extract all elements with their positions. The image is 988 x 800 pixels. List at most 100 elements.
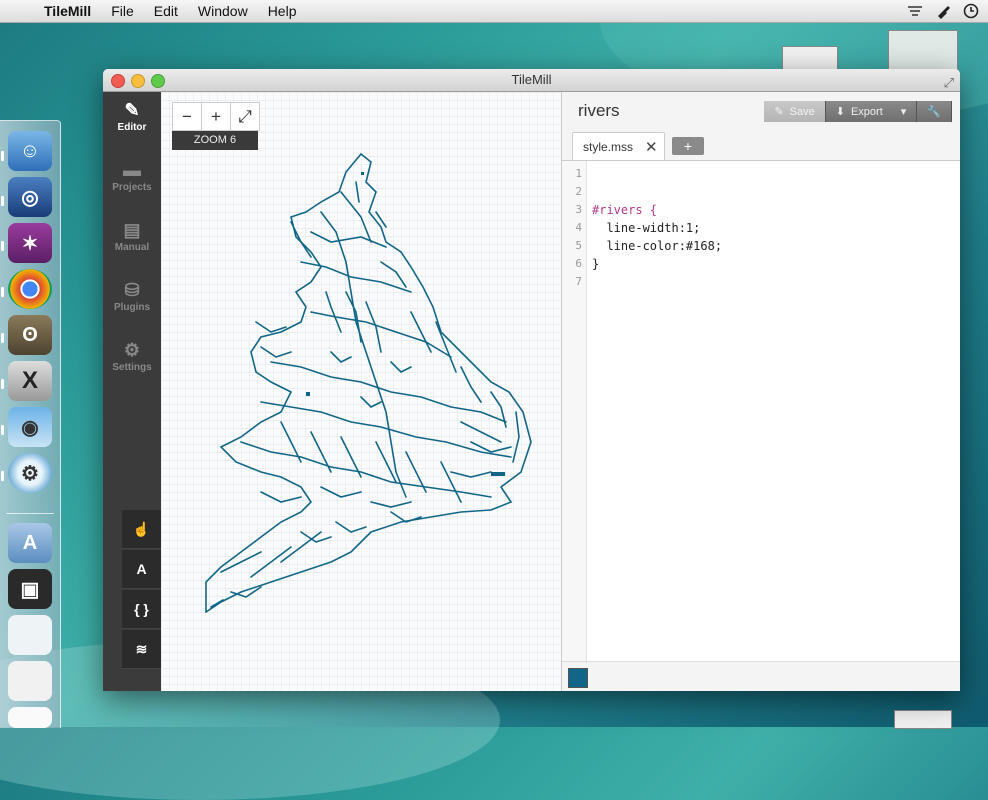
pan-tool-button[interactable]: ☝	[122, 510, 161, 549]
fullscreen-icon[interactable]: ⤢	[944, 72, 954, 94]
code-line: 6 }	[562, 255, 960, 273]
save-button[interactable]: ✎ Save	[764, 101, 826, 122]
save-button-label: Save	[789, 105, 815, 118]
close-window-button[interactable]	[111, 74, 125, 88]
sidebar-item-label: Manual	[114, 242, 150, 253]
tab-style-mss[interactable]: style.mss ✕	[572, 132, 665, 160]
code-line: 2	[562, 183, 960, 201]
project-title: rivers	[578, 101, 620, 120]
dock-stack-thumbnail[interactable]: ▣	[8, 569, 52, 609]
sidebar-item-label: Plugins	[113, 302, 151, 313]
code-editor[interactable]: 1 2 3 #rivers { 4 line-width:1; 5 line-c…	[562, 161, 960, 661]
wrench-icon: 🔧	[927, 106, 941, 118]
code-line: 3 #rivers {	[562, 201, 960, 219]
line-number: 2	[575, 185, 582, 198]
app-menu[interactable]: TileMill	[34, 3, 101, 19]
minimize-window-button[interactable]	[131, 74, 145, 88]
project-settings-button[interactable]: 🔧	[917, 101, 952, 122]
applications-folder-icon[interactable]: A	[8, 523, 52, 563]
editor-footer	[562, 661, 960, 691]
gimp-icon[interactable]: ʘ	[8, 315, 52, 355]
finder-icon[interactable]: ☺	[8, 131, 52, 171]
desktop-file-thumbnail[interactable]	[894, 710, 952, 729]
edit-menu[interactable]: Edit	[144, 3, 188, 19]
close-tab-icon[interactable]: ✕	[645, 138, 658, 156]
pencil-icon: ✎	[774, 106, 784, 118]
code-text: }	[592, 257, 600, 271]
window-menu[interactable]: Window	[188, 3, 258, 19]
color-swatch[interactable]	[568, 668, 588, 688]
code-text: #rivers {	[592, 203, 658, 217]
code-line: 5 line-color:#168;	[562, 237, 960, 255]
sidebar-item-label: Settings	[112, 362, 152, 373]
help-menu[interactable]: Help	[258, 3, 307, 19]
menu-bar: TileMill File Edit Window Help	[0, 0, 988, 23]
window-titlebar: TileMill ⤢	[103, 69, 960, 92]
line-number: 5	[575, 239, 582, 252]
code-line: 1	[562, 165, 960, 183]
dock-running-indicator	[1, 471, 4, 481]
plugin-icon: ⛁	[124, 280, 140, 300]
dock-running-indicator	[1, 379, 4, 389]
sidebar-item-label: Projects	[112, 182, 152, 193]
sidebar-item-plugins[interactable]: ⛁ Plugins	[103, 272, 161, 330]
code-text: line-color:#168;	[592, 239, 723, 253]
flashlight-icon[interactable]	[934, 2, 952, 20]
dock-running-indicator	[1, 425, 4, 435]
dock-running-indicator	[1, 151, 4, 161]
book-icon: ▤	[123, 220, 141, 240]
x11-icon[interactable]: X	[8, 361, 52, 401]
desktop-file-thumbnail[interactable]	[888, 30, 958, 72]
code-line: 4 line-width:1;	[562, 219, 960, 237]
dock-separator	[6, 513, 54, 514]
line-number: 3	[575, 203, 582, 216]
preview-icon[interactable]: ◉	[8, 407, 52, 447]
line-number: 7	[575, 275, 582, 288]
line-number: 1	[575, 167, 582, 180]
export-button[interactable]: ⬇ Export ▾	[825, 101, 918, 122]
dock-running-indicator	[1, 333, 4, 343]
folder-icon: ▬	[123, 160, 141, 180]
line-number: 6	[575, 257, 582, 270]
font-tool-button[interactable]: A	[122, 550, 161, 589]
editor-toolbar: ✎ Save ⬇ Export ▾ 🔧	[764, 101, 952, 122]
export-button-label: Export	[850, 105, 883, 118]
sidebar-item-settings[interactable]: ⚙ Settings	[103, 332, 161, 390]
add-stylesheet-button[interactable]: +	[672, 137, 704, 155]
chrome-icon[interactable]	[8, 269, 52, 309]
gear-icon: ⚙	[123, 340, 141, 360]
zoom-window-button[interactable]	[151, 74, 165, 88]
sidebar-item-projects[interactable]: ▬ Projects	[103, 152, 161, 210]
css-tool-button[interactable]: { }	[122, 590, 161, 629]
terminal-browser-icon[interactable]: ◎	[8, 177, 52, 217]
dock-document-thumbnail[interactable]	[8, 707, 52, 728]
line-number: 4	[575, 221, 582, 234]
editor-panel: rivers ✎ Save ⬇ Export ▾ 🔧 style.mss ✕ +	[561, 92, 960, 691]
window-title: TileMill	[511, 72, 552, 87]
dock: ☺ ◎ ✶ ʘ X ◉ ⚙ A ▣	[0, 120, 61, 728]
dock-running-indicator	[1, 241, 4, 251]
map-view[interactable]: − + ⤢ ZOOM 6	[161, 92, 561, 691]
pencil-icon: ✎	[124, 100, 140, 120]
stylesheet-tabs: style.mss ✕ +	[562, 130, 960, 161]
tab-label: style.mss	[583, 139, 634, 154]
sidebar-item-manual[interactable]: ▤ Manual	[103, 212, 161, 270]
rivers-map-render	[205, 153, 532, 613]
graphics-app-icon[interactable]: ✶	[8, 223, 52, 263]
app-sidebar: ✎ Editor ▬ Projects ▤ Manual ⛁ Plugins ⚙…	[103, 92, 161, 691]
download-icon: ⬇	[835, 106, 845, 118]
clock-icon[interactable]	[962, 2, 980, 20]
dock-running-indicator	[1, 196, 4, 206]
code-line: 7	[562, 273, 960, 291]
tilemill-window: TileMill ⤢ ✎ Editor ▬ Projects ▤ Manual …	[103, 69, 960, 691]
time-machine-icon[interactable]	[906, 2, 924, 20]
layers-tool-button[interactable]: ≋	[122, 630, 161, 669]
chevron-down-icon: ▾	[900, 106, 907, 118]
tilemill-dock-icon[interactable]: ⚙	[8, 453, 52, 493]
file-menu[interactable]: File	[101, 3, 144, 19]
sidebar-item-label: Editor	[117, 122, 147, 133]
dock-document-thumbnail[interactable]	[8, 615, 52, 655]
dock-document-thumbnail[interactable]	[8, 661, 52, 701]
sidebar-item-editor[interactable]: ✎ Editor	[103, 92, 161, 150]
code-text: line-width:1;	[592, 221, 701, 235]
